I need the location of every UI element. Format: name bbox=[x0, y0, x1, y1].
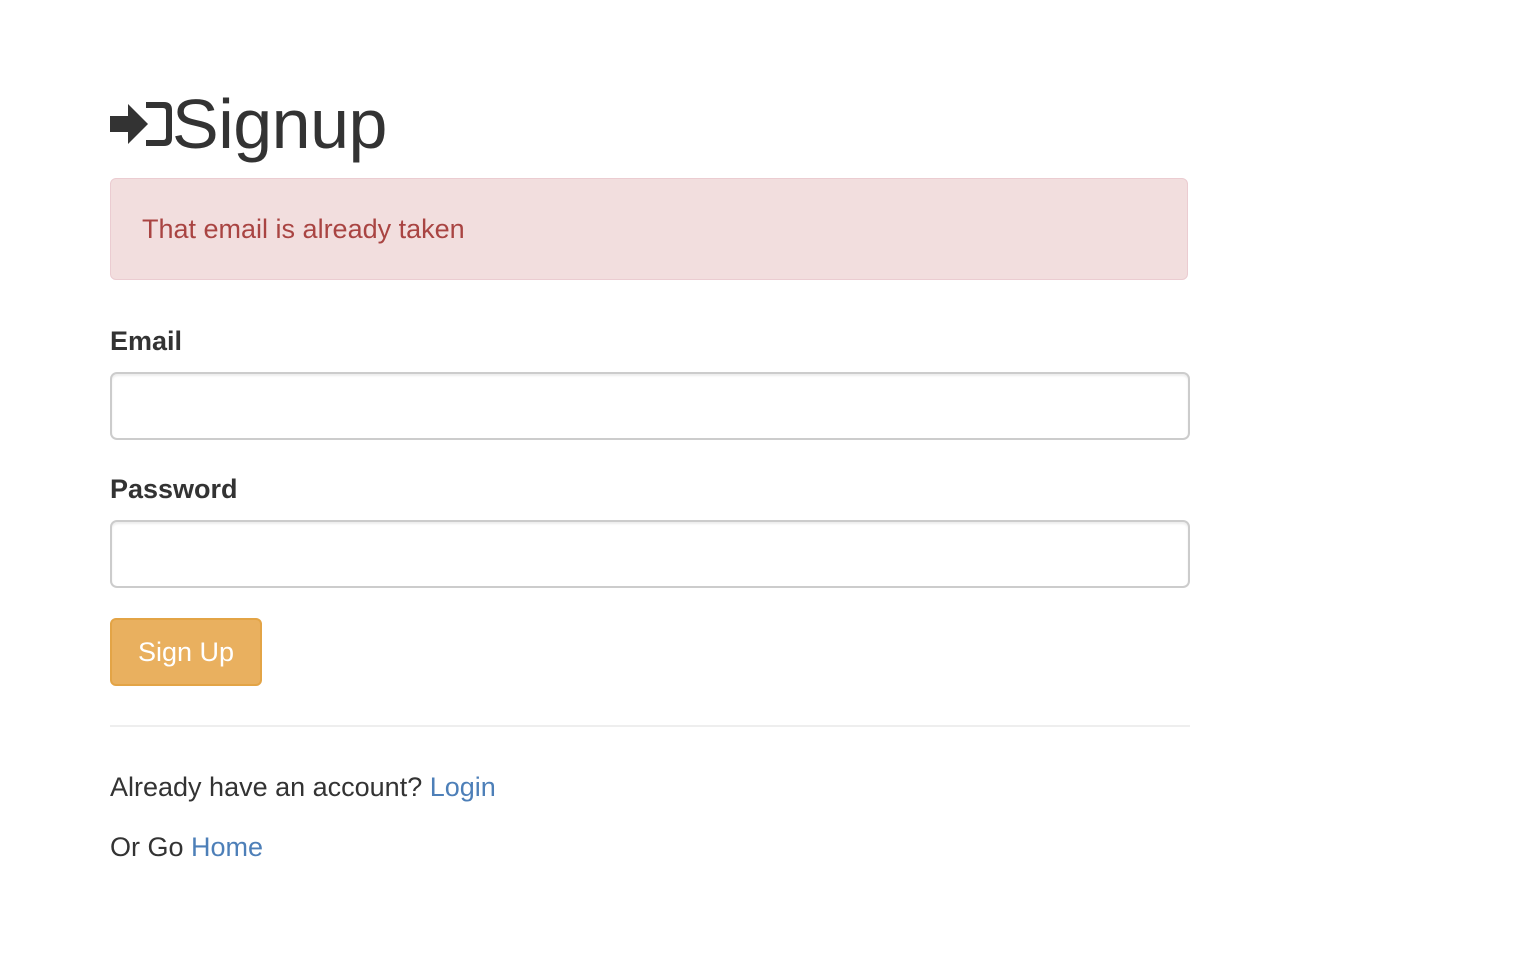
divider bbox=[110, 725, 1190, 727]
password-input[interactable] bbox=[110, 520, 1190, 588]
password-label: Password bbox=[110, 474, 238, 504]
home-prompt: Or Go Home bbox=[110, 832, 263, 863]
login-prompt-text: Already have an account? bbox=[110, 772, 430, 802]
error-alert: That email is already taken bbox=[110, 178, 1188, 280]
page-title: Signup bbox=[172, 85, 387, 163]
home-link[interactable]: Home bbox=[191, 832, 263, 862]
email-label: Email bbox=[110, 326, 183, 356]
sign-in-icon bbox=[110, 96, 172, 152]
email-input[interactable] bbox=[110, 372, 1190, 440]
login-link[interactable]: Login bbox=[430, 772, 496, 802]
login-prompt: Already have an account? Login bbox=[110, 772, 496, 803]
page-header: Signup bbox=[110, 84, 387, 164]
home-prompt-text: Or Go bbox=[110, 832, 192, 862]
sign-up-button[interactable]: Sign Up bbox=[110, 618, 262, 686]
error-alert-message: That email is already taken bbox=[142, 213, 465, 244]
